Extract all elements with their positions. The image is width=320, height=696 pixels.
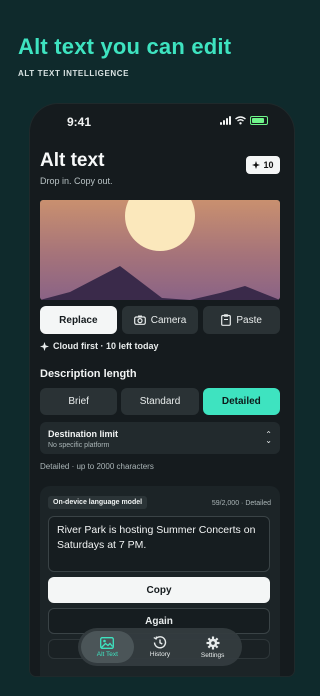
length-option-brief[interactable]: Brief <box>40 388 118 415</box>
tab-settings-label: Settings <box>200 651 225 659</box>
destination-value: No specific platform <box>48 442 110 449</box>
tab-alt-text-label: Alt Text <box>96 650 118 658</box>
phone-screen: 9:41 Alt text Drop in. Copy out. 10 Repl… <box>30 104 294 676</box>
sunset-illustration <box>40 200 280 300</box>
alt-text-editor[interactable]: River Park is hosting Summer Concerts on… <box>48 516 270 572</box>
gear-icon <box>206 636 220 649</box>
character-count: 59/2,000 · Detailed <box>211 500 271 507</box>
destination-limit-select[interactable]: Destination limit No specific platform ⌃… <box>40 422 280 454</box>
length-option-standard[interactable]: Standard <box>121 388 199 415</box>
status-time: 9:41 <box>67 115 92 129</box>
image-preview[interactable] <box>40 200 280 300</box>
promo-subtitle: ALT TEXT INTELLIGENCE <box>18 69 130 78</box>
clipboard-icon <box>221 314 232 326</box>
tab-settings[interactable]: Settings <box>186 631 239 663</box>
image-actions: Replace Camera Paste <box>40 306 281 334</box>
limit-info: Detailed · up to 2000 characters <box>40 462 154 471</box>
promo-title: Alt text you can edit <box>18 34 232 59</box>
battery-icon <box>250 116 268 125</box>
history-icon <box>153 636 167 649</box>
model-tag: On-device language model <box>48 496 148 509</box>
camera-label: Camera <box>150 314 187 326</box>
signal-icon <box>220 116 231 125</box>
status-icons <box>220 116 268 125</box>
status-bar: 9:41 <box>30 114 294 130</box>
cloud-status: Cloud first · 10 left today <box>40 341 159 351</box>
camera-button[interactable]: Camera <box>121 306 199 334</box>
screen-title: Alt text <box>40 150 105 171</box>
description-length-selector: Brief Standard Detailed <box>40 388 280 415</box>
credits-badge[interactable]: 10 <box>246 156 280 174</box>
screen-subtitle: Drop in. Copy out. <box>40 176 113 186</box>
paste-button[interactable]: Paste <box>203 306 281 334</box>
image-icon <box>100 636 115 649</box>
tab-history-label: History <box>149 651 171 658</box>
chevron-updown-icon: ⌃ ⌄ <box>265 430 272 445</box>
tab-alt-text[interactable]: Alt Text <box>81 631 134 663</box>
cloud-status-text: Cloud first · 10 left today <box>53 341 159 351</box>
destination-label: Destination limit <box>48 429 119 439</box>
copy-button[interactable]: Copy <box>48 577 270 603</box>
sparkle-icon <box>252 161 261 169</box>
length-option-detailed[interactable]: Detailed <box>202 388 280 415</box>
tab-bar: Alt Text History Settings <box>78 628 242 666</box>
paste-label: Paste <box>236 314 262 326</box>
sparkle-icon <box>40 341 49 351</box>
tab-history[interactable]: History <box>134 631 187 663</box>
description-length-label: Description length <box>40 368 137 380</box>
camera-icon <box>133 315 146 325</box>
wifi-icon <box>235 116 246 125</box>
credits-count: 10 <box>263 160 274 170</box>
replace-button[interactable]: Replace <box>40 306 117 334</box>
